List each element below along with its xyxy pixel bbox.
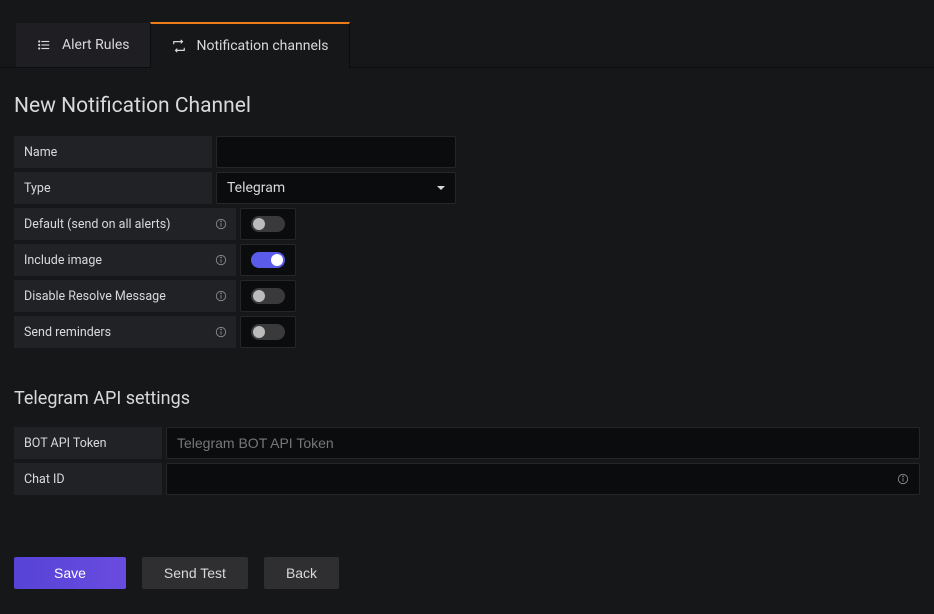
page-title: New Notification Channel — [14, 94, 920, 118]
tab-label: Alert Rules — [62, 37, 130, 53]
bot-token-input[interactable] — [166, 427, 920, 459]
toggle-send-reminders[interactable] — [251, 324, 285, 340]
row-type: Type Telegram — [14, 172, 920, 204]
toggle-include-image[interactable] — [251, 252, 285, 268]
label-default-text: Default (send on all alerts) — [24, 217, 171, 232]
repeat-icon — [171, 38, 187, 54]
toggle-disable-resolve-wrap — [240, 280, 296, 312]
label-default: Default (send on all alerts) — [14, 208, 236, 240]
row-default: Default (send on all alerts) — [14, 208, 920, 240]
list-icon — [36, 37, 52, 53]
api-section-title: Telegram API settings — [14, 388, 920, 409]
save-button[interactable]: Save — [14, 557, 126, 589]
label-disable-resolve: Disable Resolve Message — [14, 280, 236, 312]
row-disable-resolve: Disable Resolve Message — [14, 280, 920, 312]
tabbar: Alert Rules Notification channels — [0, 0, 934, 68]
label-disable-resolve-text: Disable Resolve Message — [24, 289, 166, 304]
info-icon[interactable] — [214, 253, 228, 267]
toggle-include-image-wrap — [240, 244, 296, 276]
tab-label: Notification channels — [197, 38, 329, 54]
toggle-default-wrap — [240, 208, 296, 240]
info-icon[interactable] — [214, 289, 228, 303]
chevron-down-icon — [437, 180, 445, 196]
label-include-image-text: Include image — [24, 253, 102, 268]
info-icon[interactable] — [214, 217, 228, 231]
label-send-reminders-text: Send reminders — [24, 325, 111, 340]
label-include-image: Include image — [14, 244, 236, 276]
toggle-default[interactable] — [251, 216, 285, 232]
tab-notification-channels[interactable]: Notification channels — [150, 22, 350, 68]
row-send-reminders: Send reminders — [14, 316, 920, 348]
label-chat-id: Chat ID — [14, 463, 162, 495]
label-send-reminders: Send reminders — [14, 316, 236, 348]
row-include-image: Include image — [14, 244, 920, 276]
info-icon[interactable] — [214, 325, 228, 339]
row-name: Name — [14, 136, 920, 168]
label-bot-token: BOT API Token — [14, 427, 162, 459]
send-test-button[interactable]: Send Test — [142, 557, 248, 589]
chat-id-input[interactable] — [166, 463, 920, 495]
label-name: Name — [14, 136, 212, 168]
toggle-disable-resolve[interactable] — [251, 288, 285, 304]
button-row: Save Send Test Back — [14, 557, 920, 589]
row-chat-id: Chat ID — [14, 463, 920, 495]
back-button[interactable]: Back — [264, 557, 339, 589]
toggle-send-reminders-wrap — [240, 316, 296, 348]
type-select-value: Telegram — [227, 180, 285, 196]
row-bot-token: BOT API Token — [14, 427, 920, 459]
label-type: Type — [14, 172, 212, 204]
info-icon[interactable] — [896, 472, 910, 486]
api-section: Telegram API settings BOT API Token Chat… — [14, 388, 920, 495]
page-body: New Notification Channel Name Type Teleg… — [0, 68, 934, 609]
type-select[interactable]: Telegram — [216, 172, 456, 204]
name-input[interactable] — [216, 136, 456, 168]
tab-alert-rules[interactable]: Alert Rules — [16, 23, 150, 67]
